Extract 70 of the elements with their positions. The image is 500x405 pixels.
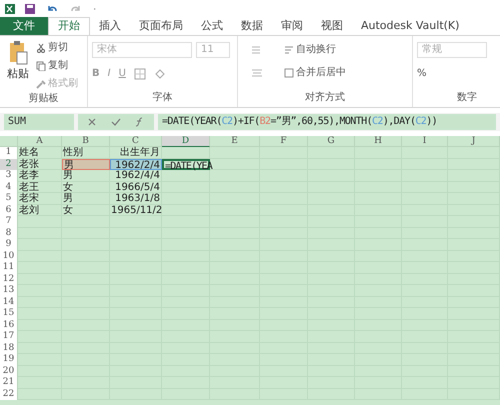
row-header[interactable]: 8 xyxy=(0,228,18,239)
column-header[interactable]: G xyxy=(308,136,355,147)
table-cell: 老李 xyxy=(18,170,62,182)
table-cell: 1962/2/4 xyxy=(110,158,162,170)
row-header[interactable]: 9 xyxy=(0,239,18,250)
copy-button[interactable]: 复制 xyxy=(36,58,78,73)
row-header[interactable]: 7 xyxy=(0,216,18,228)
table-cell: 1963/1/8 xyxy=(110,193,162,204)
table-cell: 姓名 xyxy=(18,147,62,158)
table-cell: 老张 xyxy=(18,158,62,170)
percent-button[interactable]: % xyxy=(417,58,496,81)
column-header[interactable]: B xyxy=(62,136,110,147)
ribbon-tab[interactable]: Autodesk Vault(K) xyxy=(352,17,468,35)
formula-field[interactable]: =DATE(YEAR(C2)+IF(B2=”男”,60,55),MONTH(C2),DAY(C2)) xyxy=(158,114,496,130)
column-header[interactable]: H xyxy=(355,136,402,147)
column-header[interactable]: F xyxy=(260,136,308,147)
ribbon-tab[interactable]: 页面布局 xyxy=(130,17,192,35)
file-tab[interactable]: 文件 xyxy=(0,17,48,35)
group-label: 对齐方式 xyxy=(304,90,346,105)
row-header[interactable]: 3 xyxy=(0,170,18,182)
ribbon-tab[interactable]: 视图 xyxy=(312,17,352,35)
ribbon-tab[interactable]: 公式 xyxy=(192,17,232,35)
row-header[interactable]: 14 xyxy=(0,296,18,308)
row-header[interactable]: 22 xyxy=(0,388,18,400)
row-header[interactable]: 5 xyxy=(0,193,18,204)
table-cell: 女 xyxy=(62,182,110,193)
row-header[interactable]: 6 xyxy=(0,204,18,216)
table-cell: 1965/11/2 xyxy=(110,204,162,216)
table-cell: 1966/5/4 xyxy=(110,182,162,193)
table-cell: 性别 xyxy=(62,147,110,158)
row-header[interactable]: 2 xyxy=(0,158,18,170)
paste-button[interactable]: 粘贴 xyxy=(4,40,32,91)
group-label: 数字 xyxy=(456,90,478,105)
table-cell: 老刘 xyxy=(18,204,62,216)
column-header[interactable]: A xyxy=(18,136,62,147)
column-header[interactable]: E xyxy=(210,136,260,147)
table-cell: 男 xyxy=(62,193,110,204)
table-cell: 男 xyxy=(62,170,110,182)
ribbon-tab[interactable]: 开始 xyxy=(48,17,90,35)
table-cell: 老王 xyxy=(18,182,62,193)
row-header[interactable]: 19 xyxy=(0,354,18,366)
ribbon-tab[interactable]: 数据 xyxy=(232,17,272,35)
row-header[interactable]: 13 xyxy=(0,285,18,296)
group-label: 剪贴板 xyxy=(28,92,60,106)
row-header[interactable]: 4 xyxy=(0,182,18,193)
table-cell: 老宋 xyxy=(18,193,62,204)
name-box[interactable]: SUM xyxy=(4,114,74,130)
row-header[interactable]: 18 xyxy=(0,342,18,354)
wrap-text-button[interactable]: 自动换行 xyxy=(284,42,336,57)
column-header[interactable]: J xyxy=(448,136,500,147)
cut-button[interactable]: 剪切 xyxy=(36,40,78,55)
group-label: 字体 xyxy=(152,90,174,105)
column-header[interactable]: I xyxy=(402,136,448,147)
ribbon-tab[interactable]: 审阅 xyxy=(272,17,312,35)
row-header[interactable]: 10 xyxy=(0,250,18,262)
row-header[interactable]: 12 xyxy=(0,274,18,285)
row-header[interactable]: 20 xyxy=(0,366,18,377)
column-header[interactable]: D xyxy=(162,136,210,147)
table-cell: 出生年月 xyxy=(110,147,162,158)
table-cell: 1962/4/4 xyxy=(110,170,162,182)
row-header[interactable]: 16 xyxy=(0,320,18,331)
table-cell: 女 xyxy=(62,204,110,216)
table-cell: 男 xyxy=(62,158,110,170)
ribbon-tab[interactable]: 插入 xyxy=(90,17,130,35)
row-header[interactable]: 21 xyxy=(0,377,18,388)
row-header[interactable]: 15 xyxy=(0,308,18,320)
row-header[interactable]: 11 xyxy=(0,262,18,274)
row-header[interactable]: 1 xyxy=(0,147,18,158)
merge-center-button[interactable]: 合并后居中 xyxy=(284,65,346,80)
row-header[interactable]: 17 xyxy=(0,331,18,342)
